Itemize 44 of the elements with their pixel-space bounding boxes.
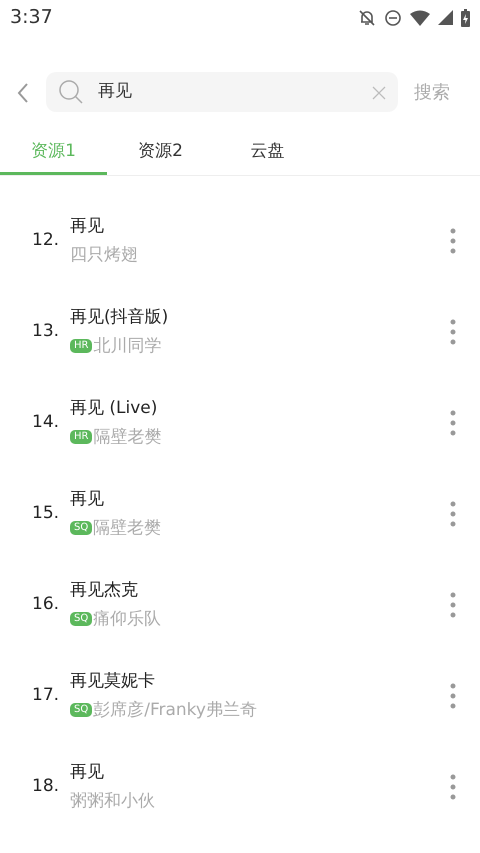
battery-charging-icon: [461, 8, 470, 26]
wifi-icon: [410, 10, 430, 26]
artist-name: 隔壁老樊: [93, 426, 162, 448]
more-button[interactable]: [450, 682, 456, 708]
track-number: 16.: [32, 592, 60, 616]
quality-tag: HR: [70, 338, 92, 353]
artist-name: 北川同学: [93, 334, 162, 357]
song-title: 再见: [70, 761, 105, 784]
song-title: 再见莫妮卡: [70, 670, 156, 692]
more-button[interactable]: [450, 774, 456, 800]
quality-tag: SQ: [70, 612, 92, 626]
quality-tag: HR: [70, 430, 92, 444]
status-time: 3:37: [10, 5, 53, 30]
more-button[interactable]: [450, 228, 456, 254]
bell-off-icon: [358, 8, 376, 26]
search-icon: [58, 79, 84, 105]
song-title: 再见: [70, 488, 105, 510]
more-button[interactable]: [450, 318, 456, 344]
track-number: 12.: [32, 228, 60, 252]
artist-name: 隔壁老樊: [93, 516, 162, 539]
more-button[interactable]: [450, 592, 456, 618]
search-bar[interactable]: 再见: [46, 72, 398, 112]
track-number: 13.: [32, 320, 60, 343]
song-title: 再见 (Live): [70, 397, 158, 420]
more-button[interactable]: [450, 410, 456, 436]
artist-name: 彭席彦/Franky弗兰奇: [93, 698, 257, 721]
track-number: 17.: [32, 684, 60, 707]
do-not-disturb-icon: [384, 8, 402, 26]
track-number: 18.: [32, 774, 60, 798]
track-number: 14.: [32, 410, 60, 434]
search-field[interactable]: 再见: [96, 78, 364, 106]
artist-name: 痛仰乐队: [93, 608, 162, 630]
artist-name: 粥粥和小伙: [70, 790, 155, 812]
song-title: 再见(抖音版): [70, 306, 170, 328]
tab[interactable]: 资源2: [107, 131, 214, 175]
song-title: 再见杰克: [70, 579, 139, 602]
signal-icon: [438, 10, 453, 25]
more-button[interactable]: [450, 500, 456, 526]
tab[interactable]: 云盘: [214, 131, 321, 175]
song-title: 再见: [70, 215, 105, 238]
quality-tag: SQ: [70, 520, 92, 535]
artist-name: 四只烤翅: [70, 244, 138, 266]
quality-tag: SQ: [70, 702, 92, 717]
track-number: 15.: [32, 502, 60, 525]
